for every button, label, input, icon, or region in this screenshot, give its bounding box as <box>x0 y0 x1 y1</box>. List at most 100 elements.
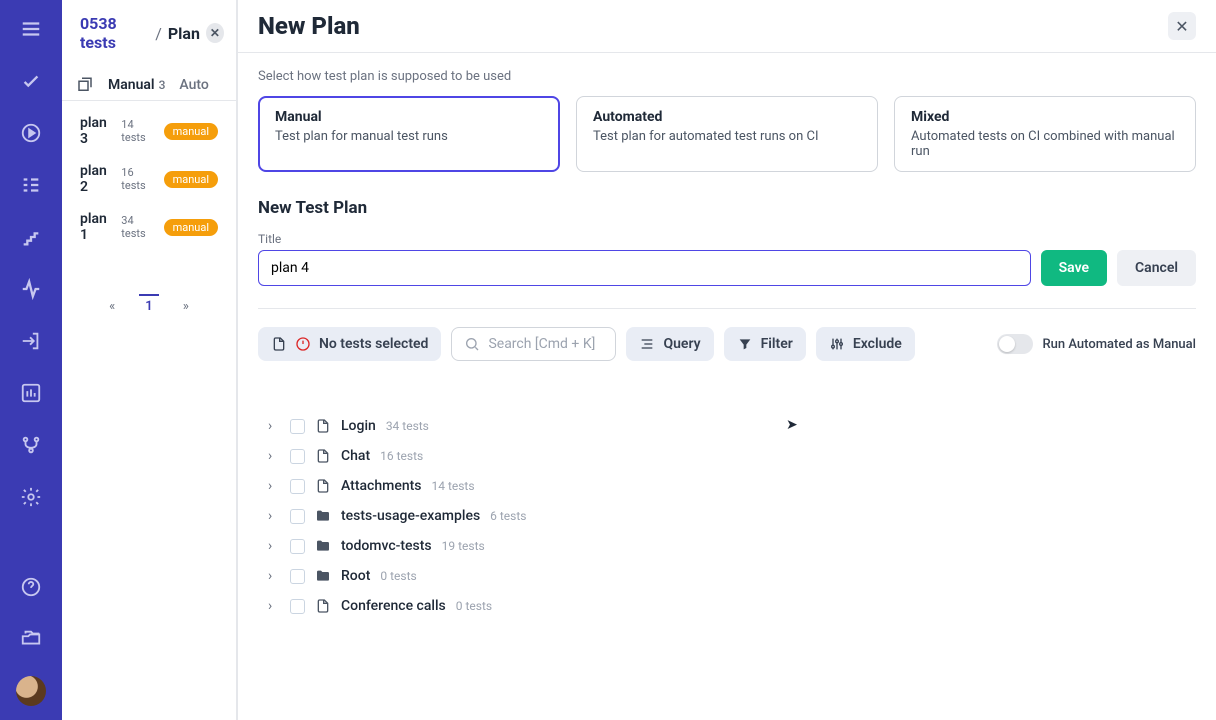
check-icon[interactable] <box>16 66 46 96</box>
checkbox[interactable] <box>290 599 305 614</box>
activity-icon[interactable] <box>16 274 46 304</box>
login-icon[interactable] <box>16 326 46 356</box>
status-badge: manual <box>164 219 218 236</box>
chevron-right-icon[interactable]: › <box>268 538 280 554</box>
chart-icon[interactable] <box>16 378 46 408</box>
checkbox[interactable] <box>290 419 305 434</box>
plan-count: 14 tests <box>121 118 155 144</box>
list-item[interactable]: plan 1 34 tests manual <box>70 203 228 251</box>
tree-row[interactable]: › todomvc-tests 19 tests <box>264 531 1196 561</box>
menu-icon[interactable] <box>16 14 46 44</box>
chevron-right-icon[interactable]: › <box>268 598 280 614</box>
filter-icon <box>737 336 753 352</box>
file-icon <box>315 478 331 494</box>
tree-row[interactable]: › Root 0 tests <box>264 561 1196 591</box>
tree-row[interactable]: › Conference calls 0 tests <box>264 591 1196 621</box>
title-label: Title <box>258 232 1031 246</box>
close-button[interactable]: ✕ <box>1168 12 1196 40</box>
close-icon[interactable]: ✕ <box>206 23 224 43</box>
breadcrumb-section[interactable]: Plan <box>168 24 200 43</box>
type-desc: Automated tests on CI combined with manu… <box>911 129 1179 159</box>
list-item[interactable]: plan 2 16 tests manual <box>70 155 228 203</box>
play-icon[interactable] <box>16 118 46 148</box>
tree-row[interactable]: › Attachments 14 tests <box>264 471 1196 501</box>
checkbox[interactable] <box>290 539 305 554</box>
chevron-right-icon[interactable]: › <box>268 508 280 524</box>
exclude-button[interactable]: Exclude <box>816 327 915 361</box>
modal-header: New Plan ✕ <box>238 0 1216 53</box>
tree-count: 0 tests <box>380 569 416 583</box>
tabs-row: Manual 3 Auto <box>62 62 236 101</box>
tab-manual[interactable]: Manual 3 <box>108 77 165 93</box>
pager-next[interactable]: » <box>183 299 189 314</box>
cancel-button[interactable]: Cancel <box>1117 250 1196 286</box>
pager-prev[interactable]: « <box>109 299 115 314</box>
status-badge: manual <box>164 123 218 140</box>
query-button[interactable]: Query <box>626 327 713 361</box>
filter-label: Filter <box>761 336 793 352</box>
tree-row[interactable]: › tests-usage-examples 6 tests <box>264 501 1196 531</box>
checkbox[interactable] <box>290 479 305 494</box>
tree-count: 6 tests <box>490 509 526 523</box>
file-icon <box>315 448 331 464</box>
branch-icon[interactable] <box>16 430 46 460</box>
breadcrumb-project[interactable]: 0538 tests <box>80 14 149 52</box>
pager: « 1 » <box>62 277 236 322</box>
title-input[interactable] <box>258 250 1031 286</box>
type-title: Automated <box>593 109 861 125</box>
status-badge: manual <box>164 171 218 188</box>
toolbar: No tests selected Search [Cmd + K] Query… <box>258 327 1196 361</box>
modal-hint: Select how test plan is supposed to be u… <box>258 69 1196 84</box>
query-icon <box>639 336 655 352</box>
checkbox[interactable] <box>290 449 305 464</box>
folders-icon[interactable] <box>16 624 46 654</box>
tree-row[interactable]: › Login 34 tests <box>264 411 1196 441</box>
filter-button[interactable]: Filter <box>724 327 806 361</box>
breadcrumb: 0538 tests / Plan ✕ <box>62 0 236 62</box>
search-input[interactable]: Search [Cmd + K] <box>451 327 616 361</box>
tree-name: tests-usage-examples <box>341 508 480 524</box>
help-icon[interactable] <box>16 572 46 602</box>
chevron-right-icon[interactable]: › <box>268 448 280 464</box>
plan-name: plan 2 <box>80 163 113 195</box>
no-tests-pill[interactable]: No tests selected <box>258 327 441 361</box>
gear-icon[interactable] <box>16 482 46 512</box>
list-item[interactable]: plan 3 14 tests manual <box>70 107 228 155</box>
plan-name: plan 1 <box>80 211 113 243</box>
pager-current[interactable]: 1 <box>139 294 158 314</box>
tree-count: 34 tests <box>386 419 429 433</box>
tree-name: Conference calls <box>341 598 446 614</box>
folder-icon <box>315 568 331 584</box>
toggle-label: Run Automated as Manual <box>1043 337 1197 352</box>
tab-manual-label: Manual <box>108 77 155 93</box>
divider <box>258 308 1196 309</box>
type-card-mixed[interactable]: Mixed Automated tests on CI combined wit… <box>894 96 1196 172</box>
checkbox[interactable] <box>290 569 305 584</box>
folder-icon <box>315 538 331 554</box>
chevron-right-icon[interactable]: › <box>268 418 280 434</box>
main-panel: New Plan ✕ Select how test plan is suppo… <box>237 0 1216 720</box>
checkbox[interactable] <box>290 509 305 524</box>
chevron-right-icon[interactable]: › <box>268 568 280 584</box>
type-desc: Test plan for automated test runs on CI <box>593 129 861 144</box>
plan-count: 16 tests <box>121 166 155 192</box>
layers-icon[interactable] <box>76 76 94 94</box>
type-title: Manual <box>275 109 543 125</box>
run-automated-manual-toggle[interactable] <box>997 334 1033 354</box>
tab-auto[interactable]: Auto <box>179 77 208 93</box>
query-label: Query <box>663 336 700 352</box>
search-placeholder: Search [Cmd + K] <box>488 336 595 352</box>
tree-row[interactable]: › Chat 16 tests <box>264 441 1196 471</box>
list-icon[interactable] <box>16 170 46 200</box>
stairs-icon[interactable] <box>16 222 46 252</box>
tree-name: Root <box>341 568 370 584</box>
avatar[interactable] <box>16 676 46 706</box>
type-card-manual[interactable]: Manual Test plan for manual test runs <box>258 96 560 172</box>
chevron-right-icon[interactable]: › <box>268 478 280 494</box>
exclude-label: Exclude <box>853 336 902 352</box>
tree-name: todomvc-tests <box>341 538 432 554</box>
tree-count: 19 tests <box>442 539 485 553</box>
type-card-automated[interactable]: Automated Test plan for automated test r… <box>576 96 878 172</box>
save-button[interactable]: Save <box>1041 250 1107 286</box>
sliders-icon <box>829 336 845 352</box>
